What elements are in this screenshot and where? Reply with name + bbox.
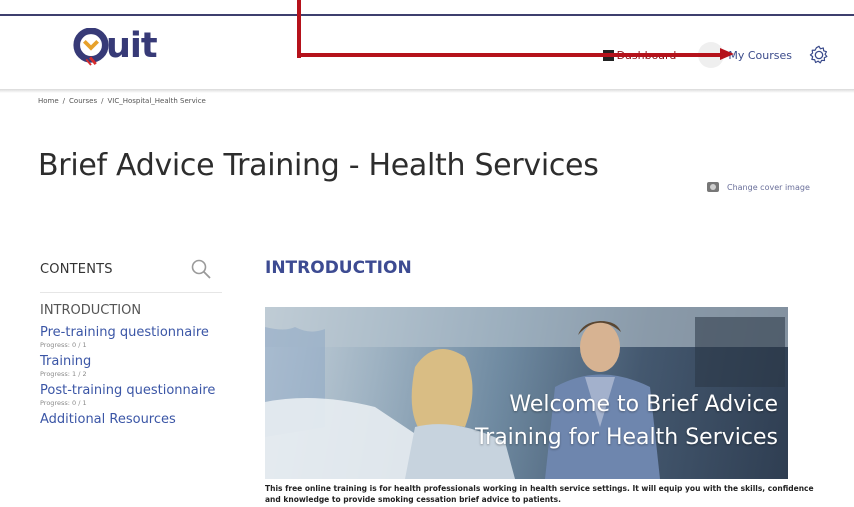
camera-icon: [707, 182, 719, 192]
annotation-arrowhead: [720, 48, 734, 60]
progress-text: Progress: 0 / 1: [40, 341, 87, 349]
contents-heading: CONTENTS: [40, 262, 113, 277]
logo-text: uit: [106, 26, 158, 66]
quit-logo[interactable]: uit: [72, 24, 180, 72]
quit-logo-icon: [73, 28, 109, 66]
breadcrumb-home[interactable]: Home: [38, 97, 59, 105]
section-heading: INTRODUCTION: [265, 258, 412, 278]
sidebar-divider: [40, 292, 222, 293]
breadcrumb: Home / Courses / VIC_Hospital_Health Ser…: [38, 97, 206, 105]
progress-text: Progress: 1 / 2: [40, 370, 87, 378]
change-cover-label: Change cover image: [727, 182, 810, 192]
breadcrumb-courses[interactable]: Courses: [69, 97, 97, 105]
my-courses-link[interactable]: My Courses: [728, 49, 792, 62]
hero-title-line-2: Training for Health Services: [474, 425, 778, 450]
breadcrumb-separator: /: [101, 97, 104, 105]
sidebar-contents: INTRODUCTION Pre-training questionnaire …: [40, 303, 240, 428]
annotation-line-horizontal: [297, 53, 722, 57]
hero-banner: Welcome to Brief Advice Training for Hea…: [265, 307, 788, 479]
sidebar-item-training[interactable]: Training: [40, 354, 240, 370]
change-cover-image[interactable]: Change cover image: [707, 182, 810, 192]
sidebar-item-additional-resources[interactable]: Additional Resources: [40, 412, 240, 428]
annotation-line-vertical: [297, 0, 301, 58]
header-shadow: [0, 89, 854, 93]
sidebar-item-post-training-questionnaire[interactable]: Post-training questionnaire: [40, 383, 240, 399]
search-icon[interactable]: [190, 258, 212, 280]
page-title: Brief Advice Training - Health Services: [38, 148, 599, 183]
gear-icon[interactable]: [808, 44, 830, 66]
progress-text: Progress: 0 / 1: [40, 399, 87, 407]
breadcrumb-course-category[interactable]: VIC_Hospital_Health Service: [107, 97, 205, 105]
hero-title-line-1: Welcome to Brief Advice: [509, 392, 778, 417]
intro-paragraph: This free online training is for health …: [265, 484, 814, 504]
breadcrumb-separator: /: [62, 97, 66, 105]
sidebar-item-pre-training-questionnaire[interactable]: Pre-training questionnaire: [40, 325, 240, 341]
sidebar-item-introduction[interactable]: INTRODUCTION: [40, 303, 240, 319]
